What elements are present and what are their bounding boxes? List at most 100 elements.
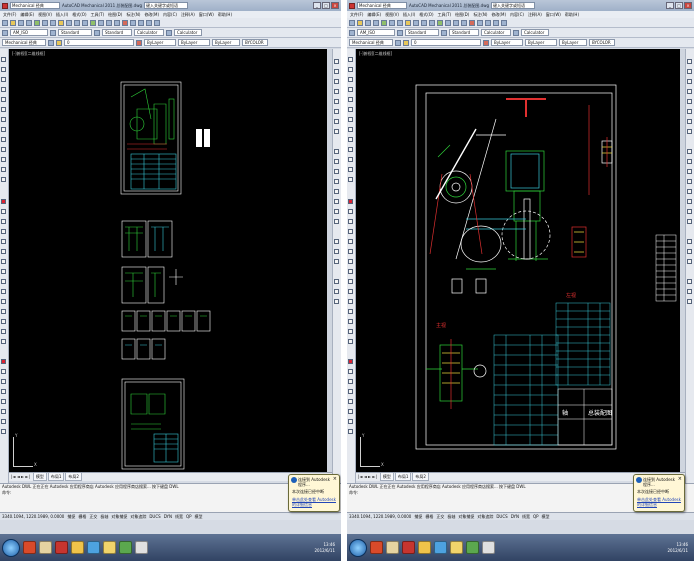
polar-toggle[interactable]: 极轴	[100, 514, 108, 520]
menu-insert[interactable]: 插入(I)	[56, 11, 68, 18]
snap-perpendicular-icon[interactable]	[687, 209, 692, 214]
pan-icon[interactable]	[437, 19, 443, 26]
dim-linear-icon[interactable]	[687, 59, 692, 64]
lineweight-dropdown[interactable]: ByLayer	[559, 39, 587, 46]
power-dim-icon[interactable]	[348, 369, 353, 374]
menu-file[interactable]: 文件(F)	[350, 11, 363, 18]
move-icon[interactable]	[1, 249, 6, 254]
hatch-icon[interactable]	[348, 147, 353, 152]
ortho-toggle[interactable]: 正交	[89, 514, 97, 520]
linetype-dropdown[interactable]: ByLayer	[178, 39, 210, 46]
mirror-icon[interactable]	[348, 219, 353, 224]
design-center-icon[interactable]	[477, 19, 483, 26]
tool-palettes-icon[interactable]	[485, 19, 491, 26]
render-icon[interactable]	[334, 259, 339, 264]
text-style-icon[interactable]	[349, 29, 355, 36]
distance-icon[interactable]	[687, 289, 692, 294]
menu-edit[interactable]: 编辑(E)	[367, 11, 381, 18]
app-icon[interactable]	[349, 2, 355, 9]
spline-icon[interactable]	[1, 107, 6, 112]
distance-icon[interactable]	[334, 289, 339, 294]
minimize-button[interactable]: _	[666, 2, 674, 9]
calc-icon[interactable]	[166, 29, 172, 36]
menu-modify[interactable]: 修改(M)	[144, 11, 159, 18]
otrack-toggle[interactable]: 对象追踪	[477, 514, 493, 520]
grid-toggle[interactable]: 栅格	[78, 514, 86, 520]
spring-icon[interactable]	[348, 419, 353, 424]
hatch-icon[interactable]	[1, 147, 6, 152]
tab-model[interactable]: 模型	[379, 473, 394, 481]
fillet-icon[interactable]	[348, 329, 353, 334]
taskbar-autocad-icon[interactable]	[402, 541, 415, 554]
close-button[interactable]: ×	[684, 2, 692, 9]
snap-intersection-icon[interactable]	[687, 169, 692, 174]
ellipse-icon[interactable]	[1, 117, 6, 122]
clock-date[interactable]: 2012/6/11	[667, 548, 688, 554]
tab-layout1[interactable]: 布局1	[394, 473, 412, 481]
table-icon[interactable]	[1, 167, 6, 172]
lineweight-toggle[interactable]: 线宽	[522, 514, 530, 520]
save-icon[interactable]	[365, 19, 371, 26]
menu-tools[interactable]: 工具(T)	[91, 11, 105, 18]
hole-icon[interactable]	[348, 399, 353, 404]
redo-icon[interactable]	[82, 19, 88, 26]
chamfer-icon[interactable]	[348, 319, 353, 324]
menu-annotate[interactable]: 注释(A)	[528, 11, 542, 18]
copy-icon[interactable]	[397, 19, 403, 26]
inquiry-icon[interactable]	[687, 279, 692, 284]
text-style-dropdown[interactable]: AM_ISO	[10, 29, 48, 36]
osnap-toggle[interactable]: 对象捕捉	[111, 514, 127, 520]
tool-palettes-icon[interactable]	[138, 19, 144, 26]
snap-tangent-icon[interactable]	[334, 199, 339, 204]
zoom-window-icon[interactable]	[106, 19, 112, 26]
power-dim-icon[interactable]	[1, 369, 6, 374]
menu-insert[interactable]: 插入(I)	[403, 11, 415, 18]
copy-icon[interactable]	[50, 19, 56, 26]
trim-icon[interactable]	[348, 289, 353, 294]
snap-endpoint-icon[interactable]	[687, 149, 692, 154]
break-icon[interactable]	[1, 309, 6, 314]
mechanical-icon[interactable]	[1, 359, 6, 364]
taskbar-word-icon[interactable]	[135, 541, 148, 554]
tab-layout2[interactable]: 布局2	[65, 473, 82, 481]
ortho-toggle[interactable]: 正交	[436, 514, 444, 520]
menu-help[interactable]: 帮助(H)	[565, 11, 579, 18]
paste-icon[interactable]	[405, 19, 411, 26]
layer-dropdown[interactable]: 0	[411, 39, 481, 46]
point-icon[interactable]	[348, 137, 353, 142]
cut-icon[interactable]	[389, 19, 395, 26]
tab-scroll-arrows[interactable]: |◄ ◄ ► ►|	[11, 473, 32, 481]
taskbar-explorer-icon[interactable]	[71, 541, 84, 554]
zoom-icon[interactable]	[98, 19, 104, 26]
preview-icon[interactable]	[381, 19, 387, 26]
explode-icon[interactable]	[1, 339, 6, 344]
inquiry-icon[interactable]	[334, 279, 339, 284]
taskbar-explorer-icon[interactable]	[418, 541, 431, 554]
zoom-previous-icon[interactable]	[461, 19, 467, 26]
layer-properties-icon[interactable]	[403, 39, 409, 46]
trim-icon[interactable]	[1, 289, 6, 294]
block-icon[interactable]	[348, 127, 353, 132]
lineweight-toggle[interactable]: 线宽	[175, 514, 183, 520]
dim-style-dropdown[interactable]: Standard	[58, 29, 92, 36]
menu-content[interactable]: 内容(C)	[163, 11, 177, 18]
region-icon[interactable]	[1, 157, 6, 162]
notification-balloon[interactable]: 连接到 Autodesk 程序... × 本次连接已经中断 单击此处查看 Aut…	[288, 474, 340, 512]
cut-icon[interactable]	[42, 19, 48, 26]
snap-quadrant-icon[interactable]	[687, 189, 692, 194]
close-button[interactable]: ×	[331, 2, 339, 9]
block-icon[interactable]	[1, 127, 6, 132]
qp-toggle[interactable]: QP	[533, 514, 539, 519]
balloon-link[interactable]: 单击此处查看 Autodesk 的详细信息	[637, 497, 682, 507]
line-icon[interactable]	[1, 57, 6, 62]
menu-dimension[interactable]: 标注(N)	[473, 11, 487, 18]
menu-tools[interactable]: 工具(T)	[438, 11, 452, 18]
sheet-set-icon[interactable]	[146, 19, 152, 26]
table-icon[interactable]	[348, 167, 353, 172]
extend-icon[interactable]	[348, 299, 353, 304]
markup-icon[interactable]	[154, 19, 160, 26]
dim-style-icon[interactable]	[50, 29, 56, 36]
tab-layout2[interactable]: 布局2	[412, 473, 429, 481]
open-icon[interactable]	[10, 19, 16, 26]
save-icon[interactable]	[18, 19, 24, 26]
